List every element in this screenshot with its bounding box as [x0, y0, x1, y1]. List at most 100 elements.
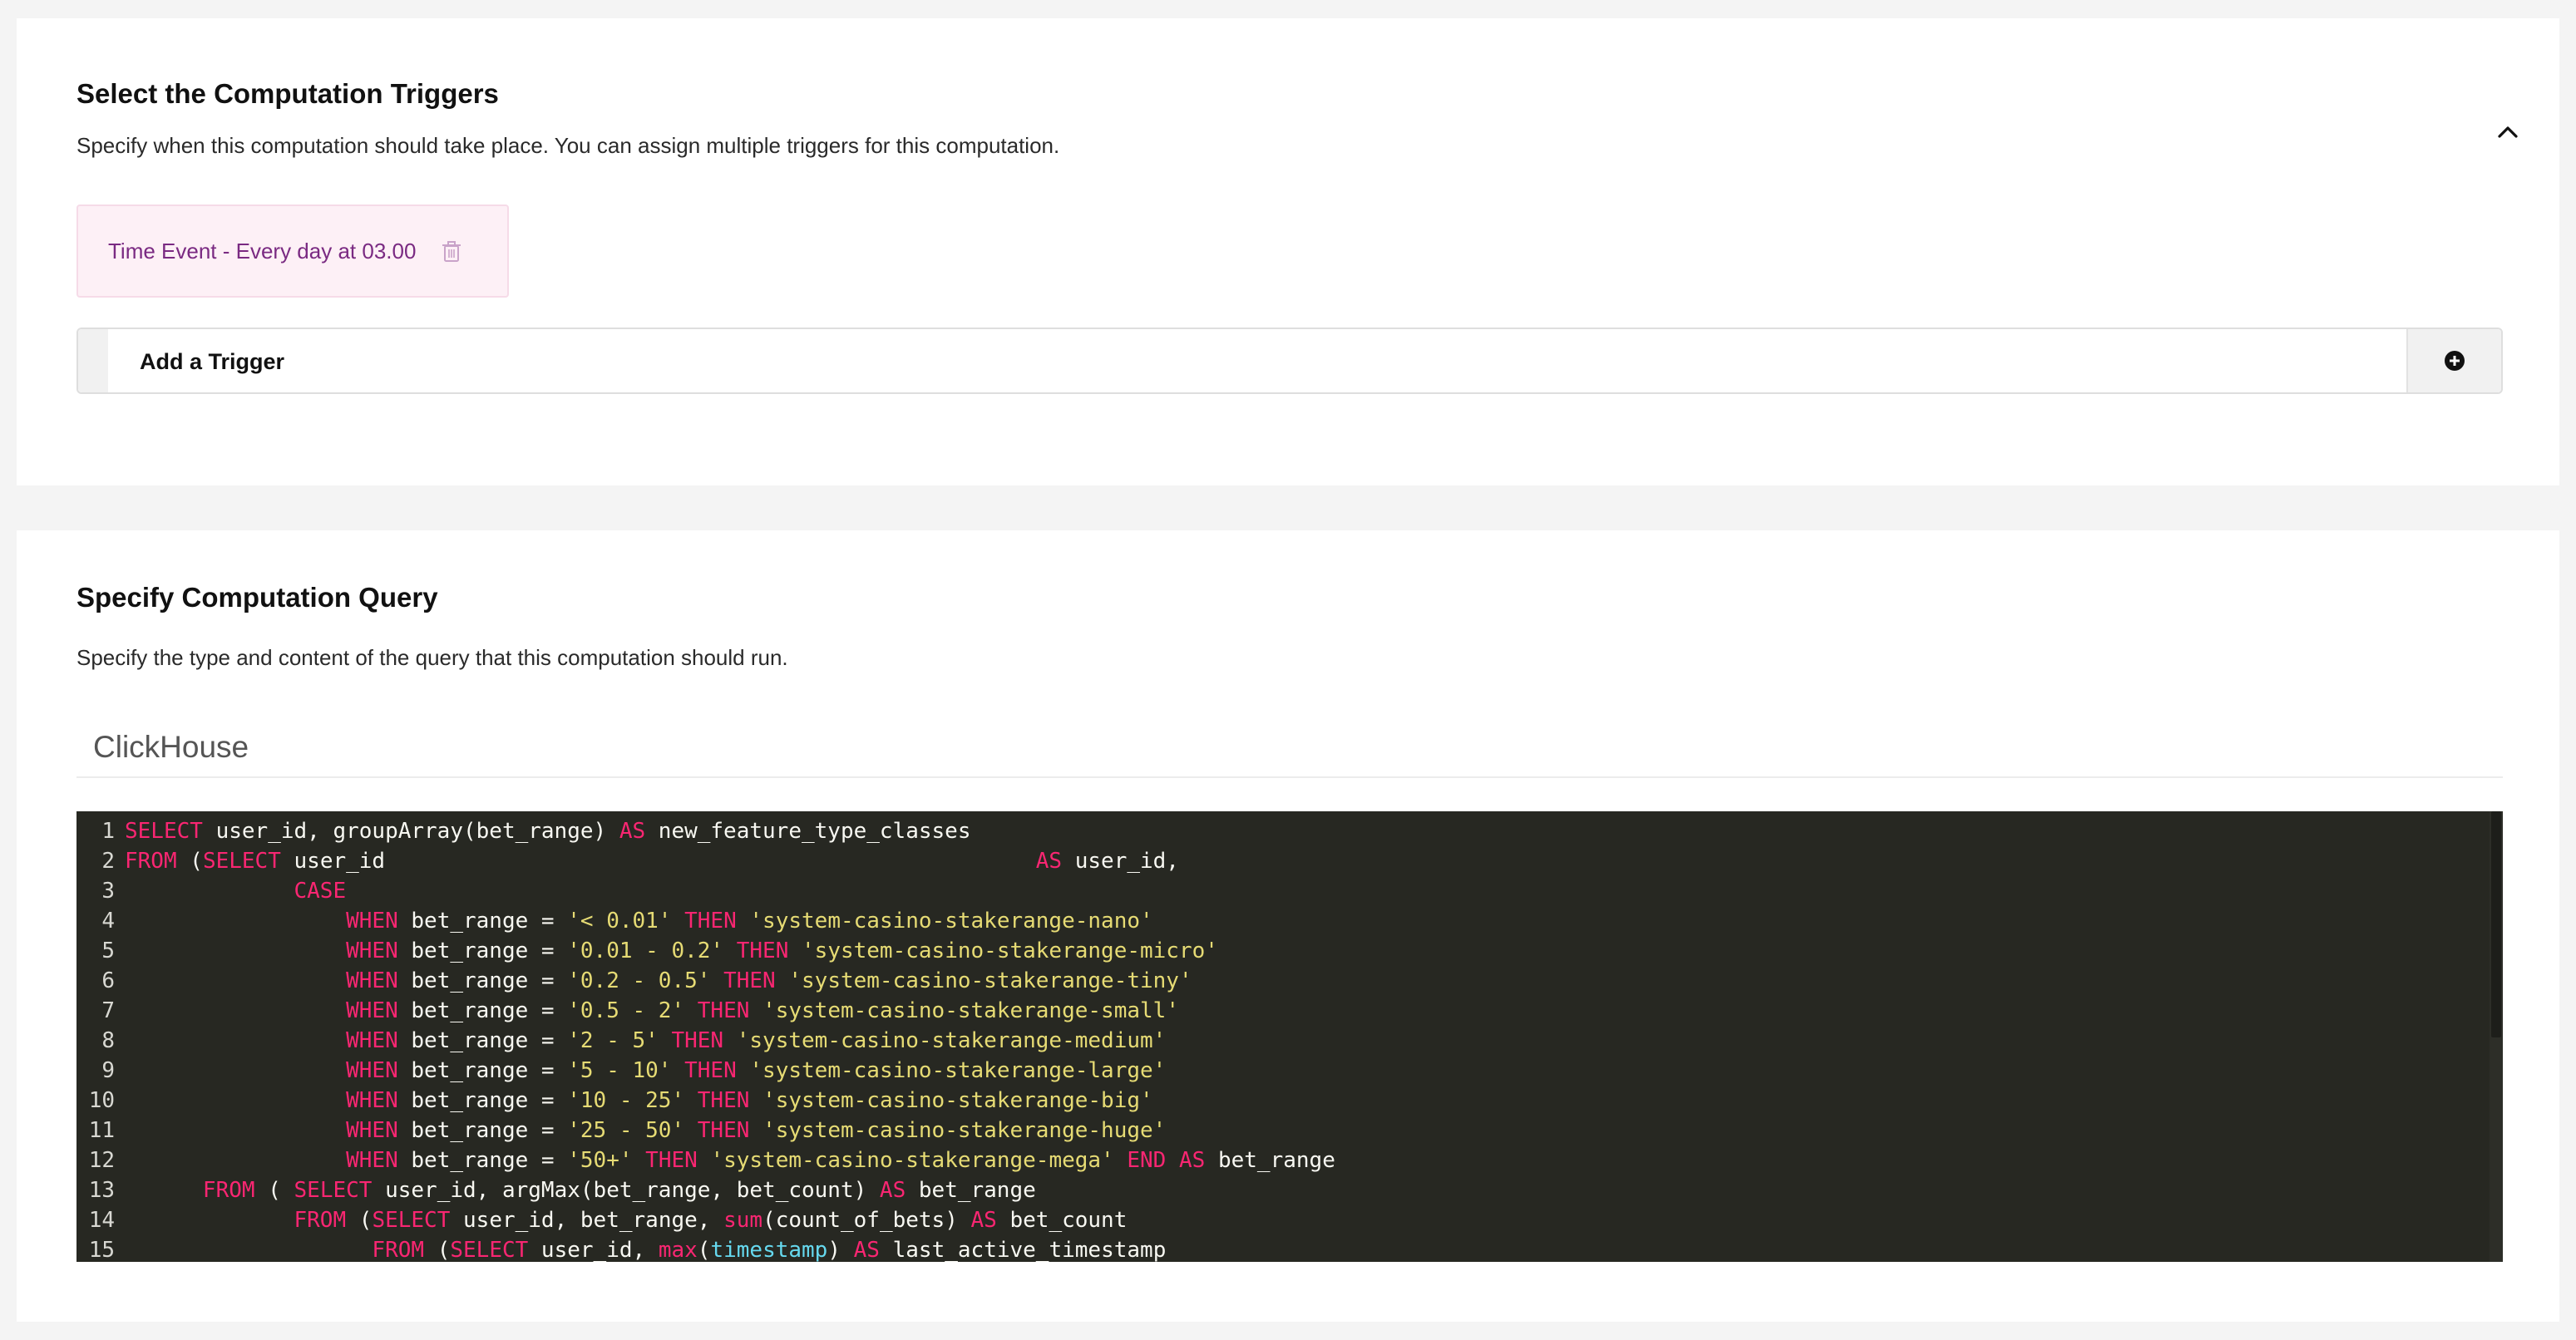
code-token: SELECT [450, 1238, 529, 1262]
code-token: last_active_timestamp [879, 1238, 1167, 1262]
add-trigger-strip [78, 329, 108, 392]
engine-tab-clickhouse[interactable]: ClickHouse [76, 730, 2503, 778]
code-text: WHEN bet_range = '0.01 - 0.2' THEN 'syst… [115, 936, 1218, 966]
code-token: bet_range [1205, 1148, 1335, 1173]
add-trigger-label: Add a Trigger [140, 349, 285, 374]
collapse-button[interactable] [2488, 111, 2528, 151]
code-text: WHEN bet_range = '10 - 25' THEN 'system-… [115, 1086, 1153, 1116]
code-token: '5 - 10' [567, 1058, 672, 1083]
code-text: FROM (SELECT user_id, max(timestamp) AS … [115, 1235, 1166, 1262]
code-token: bet_range = [397, 1028, 568, 1053]
code-line: 6 WHEN bet_range = '0.2 - 0.5' THEN 'sys… [76, 966, 1192, 996]
code-token: user_id, [1062, 849, 1179, 874]
code-token: ( [697, 1238, 711, 1262]
code-token: '0.01 - 0.2' [567, 938, 724, 963]
code-token: max [658, 1238, 698, 1262]
plus-circle-icon [2445, 351, 2465, 371]
editor-scrollbar-thumb[interactable] [2491, 811, 2501, 1037]
code-line: 15 FROM (SELECT user_id, max(timestamp) … [76, 1235, 1167, 1262]
code-token: THEN [736, 938, 789, 963]
code-token: user_id, [528, 1238, 659, 1262]
code-token: bet_range = [397, 938, 568, 963]
triggers-title: Select the Computation Triggers [76, 78, 499, 109]
code-token: bet_range = [397, 909, 568, 934]
code-token: THEN [684, 909, 737, 934]
code-text: FROM (SELECT user_id, bet_range, sum(cou… [115, 1205, 1128, 1235]
code-token: ( [424, 1238, 451, 1262]
add-trigger-icon-box[interactable] [2406, 329, 2501, 392]
code-token: 'system-casino-stakerange-small' [762, 998, 1179, 1023]
code-token: FROM [125, 849, 177, 874]
code-token: THEN [684, 1058, 737, 1083]
code-token: bet_range = [397, 1088, 568, 1113]
code-token: user_id, bet_range, [450, 1208, 724, 1233]
code-token: FROM [202, 1178, 255, 1203]
code-token: THEN [697, 1088, 750, 1113]
code-token: WHEN [346, 1058, 398, 1083]
code-token: WHEN [346, 1028, 398, 1053]
code-token: AS [1035, 849, 1063, 874]
code-token: 'system-casino-stakerange-medium' [736, 1028, 1167, 1053]
code-line: 2 FROM (SELECT user_id AS user_id, [76, 846, 1179, 876]
line-number: 1 [101, 819, 115, 844]
code-token: bet_range = [397, 1058, 568, 1083]
code-token: WHEN [346, 998, 398, 1023]
code-token: WHEN [346, 1088, 398, 1113]
code-token: AS [1179, 1148, 1206, 1173]
code-token: FROM [372, 1238, 425, 1262]
code-text: FROM ( SELECT user_id, argMax(bet_range,… [115, 1175, 1036, 1205]
trigger-chip-label: Time Event - Every day at 03.00 [108, 238, 417, 264]
line-number: 9 [101, 1058, 115, 1083]
code-token: '10 - 25' [567, 1088, 685, 1113]
code-text: WHEN bet_range = '5 - 10' THEN 'system-c… [115, 1056, 1166, 1086]
query-title: Specify Computation Query [76, 582, 438, 613]
line-number: 11 [88, 1118, 115, 1143]
line-number: 15 [88, 1238, 115, 1262]
line-number: 3 [101, 879, 115, 904]
code-token: THEN [697, 1118, 750, 1143]
code-token: bet_range = [397, 998, 568, 1023]
code-token: '0.5 - 2' [567, 998, 685, 1023]
trigger-chip-time-event[interactable]: Time Event - Every day at 03.00 [76, 204, 509, 298]
editor-scrollbar[interactable] [2490, 811, 2503, 1262]
code-token: ( [254, 1178, 294, 1203]
line-number: 2 [101, 849, 115, 874]
code-token: THEN [671, 1028, 724, 1053]
code-token: AS [619, 819, 646, 844]
code-line: 9 WHEN bet_range = '5 - 10' THEN 'system… [76, 1056, 1166, 1086]
code-token: timestamp [710, 1238, 828, 1262]
code-token: THEN [697, 998, 750, 1023]
line-number: 5 [101, 938, 115, 963]
code-editor[interactable]: 1 SELECT user_id, groupArray(bet_range) A… [76, 811, 2503, 1262]
code-text: WHEN bet_range = '< 0.01' THEN 'system-c… [115, 906, 1153, 936]
line-number: 13 [88, 1178, 115, 1203]
code-line: 13 FROM ( SELECT user_id, argMax(bet_ran… [76, 1175, 1036, 1205]
trash-icon[interactable] [439, 239, 464, 264]
add-trigger-button[interactable]: Add a Trigger [76, 328, 2503, 394]
code-token: 'system-casino-stakerange-big' [762, 1088, 1153, 1113]
code-token: WHEN [346, 1148, 398, 1173]
code-token: THEN [645, 1148, 698, 1173]
code-token: 'system-casino-stakerange-nano' [749, 909, 1153, 934]
code-token: CASE [294, 879, 347, 904]
code-token: THEN [723, 968, 776, 993]
line-number: 14 [88, 1208, 115, 1233]
code-line: 5 WHEN bet_range = '0.01 - 0.2' THEN 'sy… [76, 936, 1218, 966]
